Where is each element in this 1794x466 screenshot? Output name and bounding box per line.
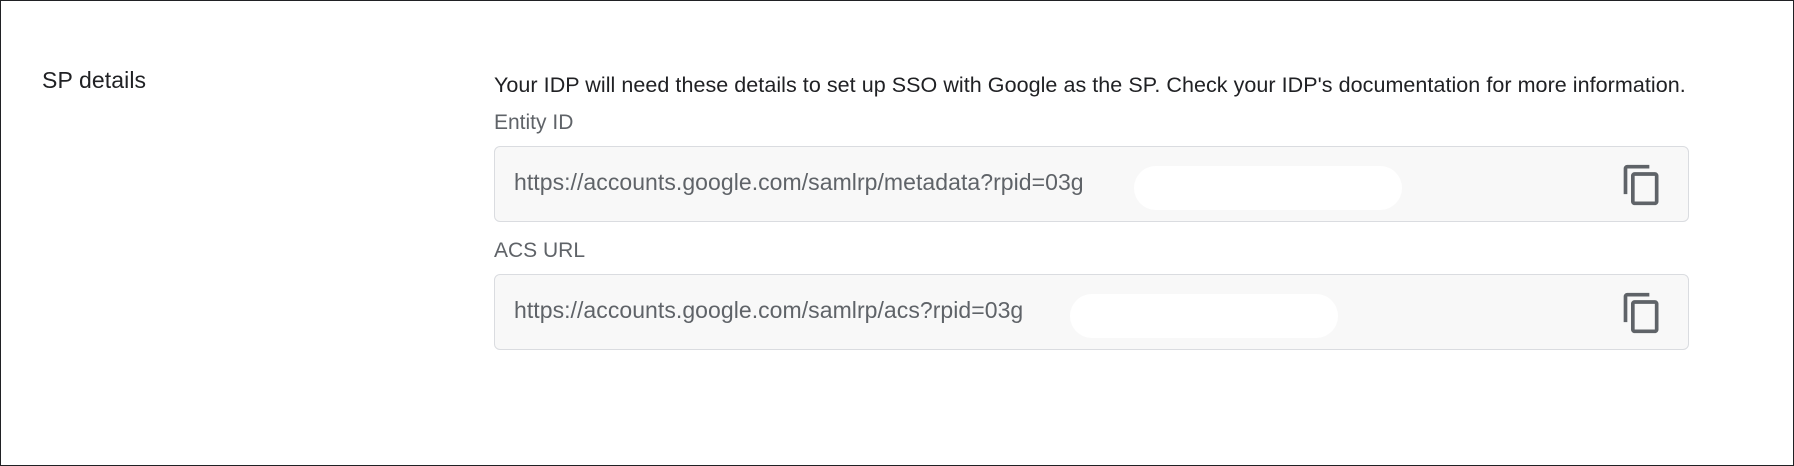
acs-url-field[interactable]: https://accounts.google.com/samlrp/acs?r… — [494, 274, 1689, 350]
entity-id-label: Entity ID — [494, 111, 574, 134]
acs-url-label: ACS URL — [494, 239, 586, 262]
entity-id-value[interactable]: https://accounts.google.com/samlrp/metad… — [514, 166, 1402, 210]
acs-url-copy-button[interactable] — [1620, 291, 1664, 335]
sp-details-panel: SP details Your IDP will need these deta… — [0, 0, 1794, 466]
section-description: Your IDP will need these details to set … — [494, 73, 1686, 97]
sp-details-content: Your IDP will need these details to set … — [494, 69, 1689, 350]
redaction-mask — [1070, 294, 1338, 338]
entity-id-field[interactable]: https://accounts.google.com/samlrp/metad… — [494, 146, 1689, 222]
redaction-mask — [1134, 166, 1402, 210]
acs-url-value[interactable]: https://accounts.google.com/samlrp/acs?r… — [514, 294, 1338, 338]
entity-id-copy-button[interactable] — [1620, 163, 1664, 207]
copy-icon — [1623, 292, 1659, 334]
section-title: SP details — [42, 67, 147, 93]
copy-icon — [1623, 164, 1659, 206]
